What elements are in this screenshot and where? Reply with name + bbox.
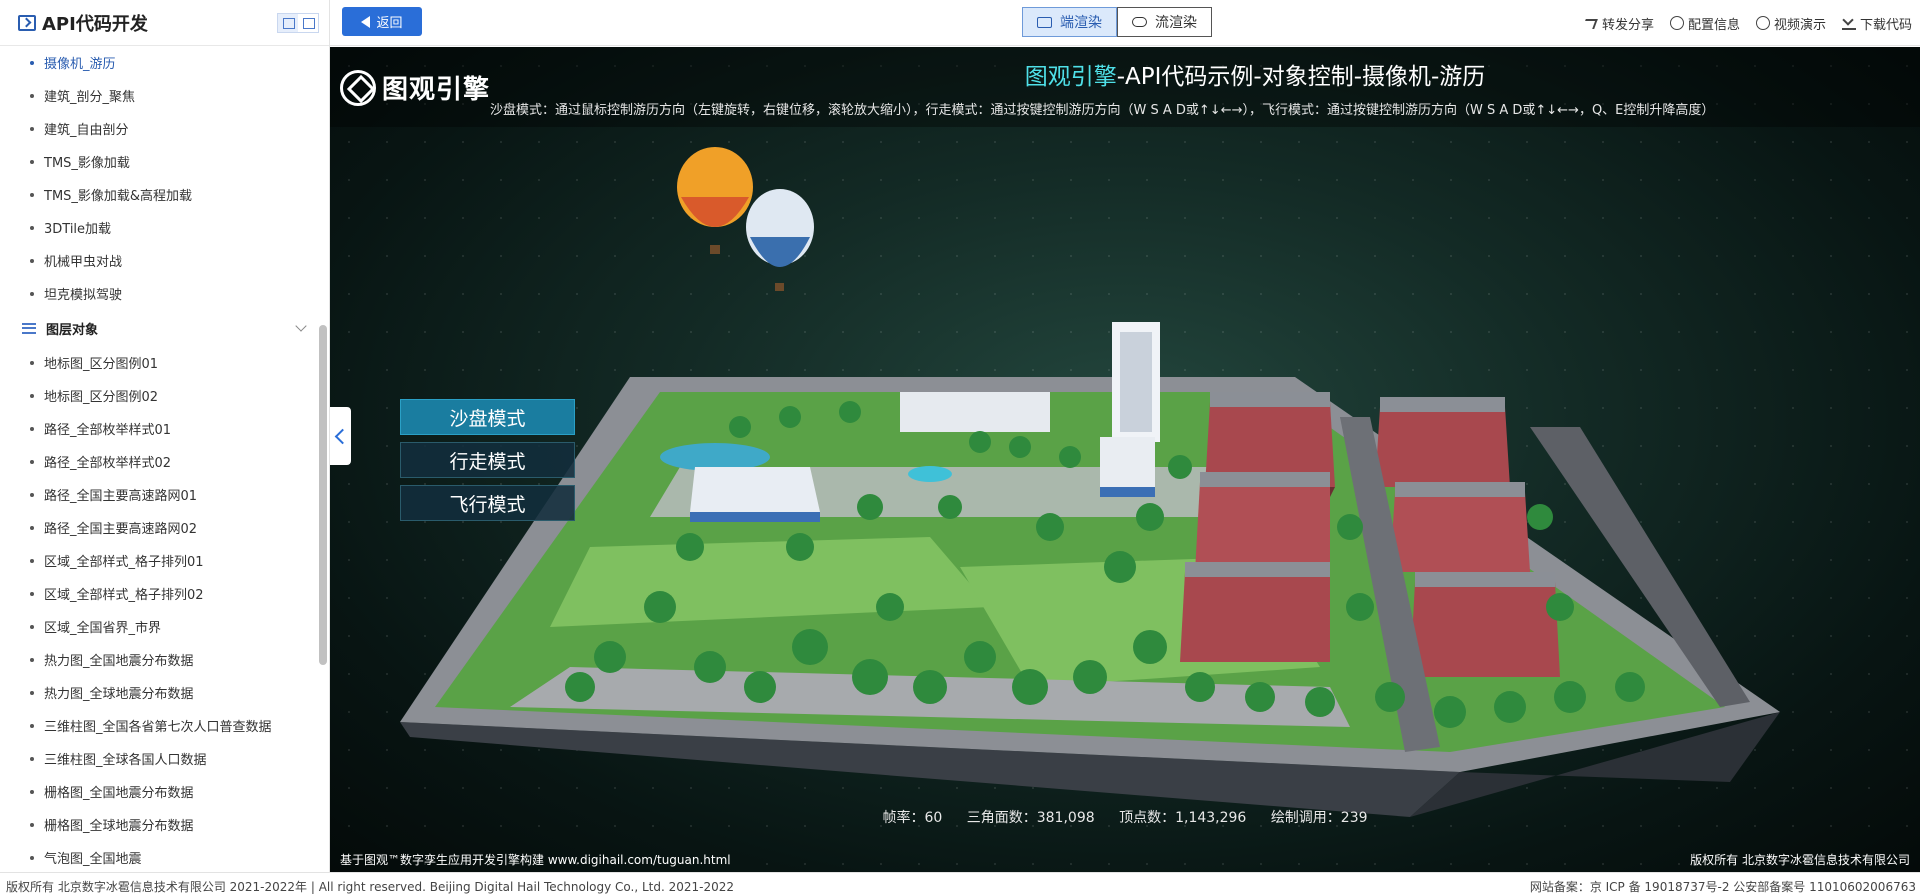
viewport-subtitle: 沙盘模式：通过鼠标控制游历方向（左键旋转，右键位移，滚轮放大缩小），行走模式：通… [490,103,1715,118]
render-stats: 帧率：60 三角面数：381,098 顶点数：1,143,296 绘制调用：23… [330,807,1920,827]
sidebar-item[interactable]: 区域_全部样式_格子排列02 [0,577,329,610]
monitor-icon [1037,16,1052,28]
sidebar-item[interactable]: 栅格图_全国地震分布数据 [0,775,329,808]
bullet-icon [30,360,34,365]
fly-mode-button[interactable]: 飞行模式 [400,485,575,521]
config-button[interactable]: 配置信息 [1669,14,1740,33]
image-view-icon[interactable] [298,14,318,32]
fps-stat: 帧率：60 [882,810,943,826]
bullet-icon [30,393,34,398]
bullet-icon [30,855,34,860]
sidebar-item[interactable]: 摄像机_游历 [0,46,329,79]
sidebar-item[interactable]: 路径_全部枚举样式01 [0,412,329,445]
sidebar-item[interactable]: 机械甲虫对战 [0,244,329,277]
footer-icp: 网站备案：京 ICP 备 19018737号-2 公安部备案号 11010602… [1529,880,1916,894]
vertices-stat: 顶点数：1,143,296 [1119,810,1247,826]
share-button[interactable]: 转发分享 [1584,14,1654,33]
back-arrow-icon [361,15,371,28]
play-icon [1755,16,1770,30]
drawcalls-stat: 绘制调用：239 [1270,810,1368,826]
bullet-icon [30,258,34,263]
bullet-icon [30,723,34,728]
render-mode-toggle: 端渲染 流渲染 [1022,7,1212,37]
sidebar-item[interactable]: 区域_全部样式_格子排列01 [0,544,329,577]
camera-mode-panel: 沙盘模式 行走模式 飞行模式 [400,399,575,528]
view-toggle[interactable] [277,13,319,33]
bullet-icon [30,690,34,695]
scene-viewport[interactable]: 图观引擎 图观引擎-API代码示例-对象控制-摄像机-游历 沙盘模式：通过鼠标控… [330,47,1920,872]
share-icon [1584,16,1598,30]
list-icon [22,322,36,334]
sidebar-item[interactable]: TMS_影像加载&高程加载 [0,178,329,211]
bullet-icon [30,492,34,497]
bullet-icon [30,291,34,296]
sidebar-item[interactable]: 路径_全国主要高速路网01 [0,478,329,511]
list-view-icon[interactable] [278,14,298,32]
triangles-stat: 三角面数：381,098 [966,810,1095,826]
sidebar-group-layers[interactable]: 图层对象 [0,310,329,346]
viewport-header: 图观引擎 图观引擎-API代码示例-对象控制-摄像机-游历 沙盘模式：通过鼠标控… [330,47,1920,127]
bullet-icon [30,126,34,131]
sidebar-item[interactable]: 路径_全部枚举样式02 [0,445,329,478]
bullet-icon [30,426,34,431]
sidebar-item[interactable]: 热力图_全国地震分布数据 [0,643,329,676]
toolbar-actions: 转发分享 配置信息 视频演示 下载代码 [1568,0,1912,46]
cloud-icon [1132,17,1147,27]
collapse-sidebar-button[interactable] [330,407,351,465]
bullet-icon [30,192,34,197]
bullet-icon [30,657,34,662]
sidebar-title: API代码开发 [42,13,148,35]
sidebar-item[interactable]: 路径_全国主要高速路网02 [0,511,329,544]
sidebar-list: 摄像机_游历 建筑_剖分_聚焦 建筑_自由剖分 TMS_影像加载 TMS_影像加… [0,46,329,872]
code-terminal-icon [18,14,36,31]
download-icon [1841,16,1856,30]
sidebar-item[interactable]: 坦克模拟驾驶 [0,277,329,310]
walk-mode-button[interactable]: 行走模式 [400,442,575,478]
sidebar-item[interactable]: 地标图_区分图例01 [0,346,329,379]
bullet-icon [30,159,34,164]
engine-credit: 基于图观™数字孪生应用开发引擎构建 www.digihail.com/tugua… [340,853,731,867]
sidebar-item[interactable]: 建筑_剖分_聚焦 [0,79,329,112]
bullet-icon [30,60,34,65]
sidebar-item[interactable]: 地标图_区分图例02 [0,379,329,412]
sidebar-item[interactable]: 三维柱图_全国各省第七次人口普查数据 [0,709,329,742]
client-render-button[interactable]: 端渲染 [1022,7,1117,37]
bullet-icon [30,624,34,629]
sidebar-scrollbar[interactable] [319,325,327,665]
download-button[interactable]: 下载代码 [1841,14,1912,33]
sidebar-item[interactable]: TMS_影像加载 [0,145,329,178]
sidebar-item[interactable]: 3DTile加载 [0,211,329,244]
sidebar-item[interactable]: 三维柱图_全球各国人口数据 [0,742,329,775]
hot-air-balloons [677,147,814,291]
viewport-title: 图观引擎-API代码示例-对象控制-摄像机-游历 [1024,64,1486,90]
bullet-icon [30,459,34,464]
sidebar-item[interactable]: 热力图_全球地震分布数据 [0,676,329,709]
page-footer: 版权所有 北京数字冰雹信息技术有限公司 2021-2022年 | All rig… [0,872,1920,896]
bullet-icon [30,591,34,596]
top-toolbar: 返回 端渲染 流渲染 转发分享 配置信息 视频演示 下载代码 [330,0,1920,46]
bullet-icon [30,525,34,530]
bullet-icon [30,558,34,563]
back-button[interactable]: 返回 [342,7,422,36]
sidebar-item[interactable]: 建筑_自由剖分 [0,112,329,145]
sidebar-item[interactable]: 栅格图_全球地震分布数据 [0,808,329,841]
stream-render-button[interactable]: 流渲染 [1117,7,1212,37]
sidebar-header: API代码开发 [0,0,329,46]
sidebar: API代码开发 摄像机_游历 建筑_剖分_聚焦 建筑_自由剖分 TMS_影像加载… [0,0,330,872]
footer-copyright: 版权所有 北京数字冰雹信息技术有限公司 2021-2022年 | All rig… [6,880,735,894]
viewport-copyright: 版权所有 北京数字冰雹信息技术有限公司 [1690,853,1910,867]
sandbox-mode-button[interactable]: 沙盘模式 [400,399,575,435]
bullet-icon [30,756,34,761]
bullet-icon [30,225,34,230]
bullet-icon [30,93,34,98]
video-button[interactable]: 视频演示 [1755,14,1826,33]
bullet-icon [30,822,34,827]
sidebar-item[interactable]: 气泡图_全国地震 [0,841,329,872]
info-icon [1669,16,1684,30]
bullet-icon [30,789,34,794]
sidebar-item[interactable]: 区域_全国省界_市界 [0,610,329,643]
chevron-down-icon[interactable] [295,320,307,332]
